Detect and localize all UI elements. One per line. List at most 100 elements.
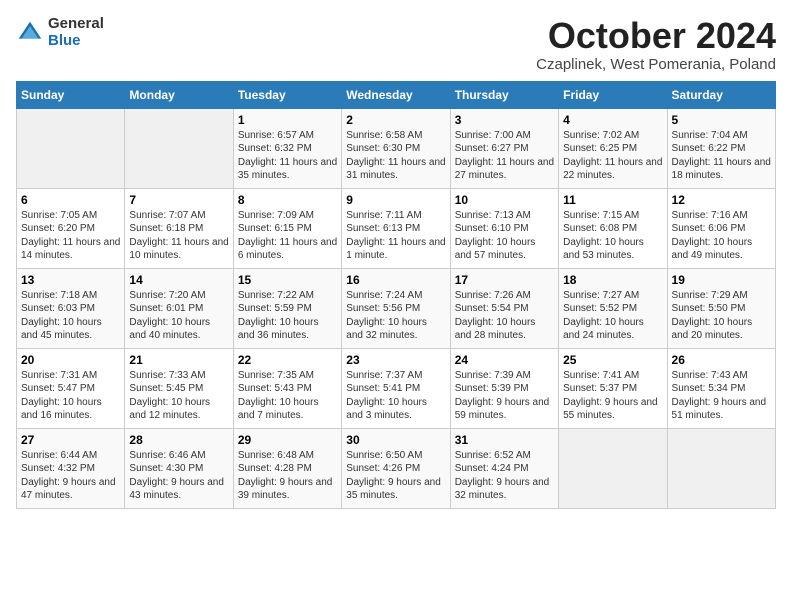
header-day-tuesday: Tuesday: [233, 81, 341, 108]
calendar-cell: 27Sunrise: 6:44 AM Sunset: 4:32 PM Dayli…: [17, 428, 125, 508]
day-number: 22: [238, 353, 337, 367]
day-info: Sunrise: 7:27 AM Sunset: 5:52 PM Dayligh…: [563, 289, 662, 343]
calendar-cell: 3 Sunrise: 7:00 AM Sunset: 6:27 PM Daylig…: [450, 108, 558, 188]
day-number: 5: [672, 113, 771, 127]
header-day-monday: Monday: [125, 81, 233, 108]
day-number: 12: [672, 193, 771, 207]
day-number: 18: [563, 273, 662, 287]
logo: General Blue: [16, 16, 104, 49]
calendar-cell: 7Sunrise: 7:07 AM Sunset: 6:18 PM Daylig…: [125, 188, 233, 268]
day-number: 16: [346, 273, 445, 287]
calendar-cell: 26Sunrise: 7:43 AM Sunset: 5:34 PM Dayli…: [667, 348, 775, 428]
day-info: Sunrise: 6:46 AM Sunset: 4:30 PM Dayligh…: [129, 449, 228, 503]
day-info: Sunrise: 7:24 AM Sunset: 5:56 PM Dayligh…: [346, 289, 445, 343]
day-number: 1: [238, 113, 337, 127]
title-section: October 2024 Czaplinek, West Pomerania, …: [536, 16, 776, 73]
day-number: 6: [21, 193, 120, 207]
calendar-cell: 18 Sunrise: 7:27 AM Sunset: 5:52 PM Dayli…: [559, 268, 667, 348]
header-day-sunday: Sunday: [17, 81, 125, 108]
calendar-cell: 24Sunrise: 7:39 AM Sunset: 5:39 PM Dayli…: [450, 348, 558, 428]
calendar-cell: 13Sunrise: 7:18 AM Sunset: 6:03 PM Dayli…: [17, 268, 125, 348]
day-number: 8: [238, 193, 337, 207]
day-number: 13: [21, 273, 120, 287]
day-info: Sunrise: 7:13 AM Sunset: 6:10 PM Dayligh…: [455, 209, 554, 263]
week-row-2: 6 Sunrise: 7:05 AM Sunset: 6:20 PM Daylig…: [17, 188, 776, 268]
day-info: Sunrise: 7:07 AM Sunset: 6:18 PM Dayligh…: [129, 209, 228, 263]
calendar-cell: 23 Sunrise: 7:37 AM Sunset: 5:41 PM Dayli…: [342, 348, 450, 428]
week-row-3: 13Sunrise: 7:18 AM Sunset: 6:03 PM Dayli…: [17, 268, 776, 348]
day-number: 25: [563, 353, 662, 367]
day-info: Sunrise: 6:57 AM Sunset: 6:32 PM Dayligh…: [238, 129, 337, 183]
day-info: Sunrise: 7:26 AM Sunset: 5:54 PM Dayligh…: [455, 289, 554, 343]
day-info: Sunrise: 7:05 AM Sunset: 6:20 PM Dayligh…: [21, 209, 120, 263]
calendar-cell: 15 Sunrise: 7:22 AM Sunset: 5:59 PM Dayli…: [233, 268, 341, 348]
calendar-cell: 28 Sunrise: 6:46 AM Sunset: 4:30 PM Dayli…: [125, 428, 233, 508]
logo-blue-text: Blue: [48, 33, 104, 50]
day-number: 29: [238, 433, 337, 447]
day-number: 26: [672, 353, 771, 367]
month-title: October 2024: [536, 16, 776, 56]
day-number: 4: [563, 113, 662, 127]
calendar-body: 1 Sunrise: 6:57 AM Sunset: 6:32 PM Daylig…: [17, 108, 776, 508]
calendar-cell: 12 Sunrise: 7:16 AM Sunset: 6:06 PM Dayli…: [667, 188, 775, 268]
day-number: 28: [129, 433, 228, 447]
day-info: Sunrise: 6:50 AM Sunset: 4:26 PM Dayligh…: [346, 449, 445, 503]
day-number: 9: [346, 193, 445, 207]
day-info: Sunrise: 7:04 AM Sunset: 6:22 PM Dayligh…: [672, 129, 771, 183]
week-row-1: 1 Sunrise: 6:57 AM Sunset: 6:32 PM Daylig…: [17, 108, 776, 188]
day-info: Sunrise: 7:31 AM Sunset: 5:47 PM Dayligh…: [21, 369, 120, 423]
calendar-cell: 14 Sunrise: 7:20 AM Sunset: 6:01 PM Dayli…: [125, 268, 233, 348]
day-info: Sunrise: 7:09 AM Sunset: 6:15 PM Dayligh…: [238, 209, 337, 263]
day-number: 27: [21, 433, 120, 447]
calendar-cell: 5 Sunrise: 7:04 AM Sunset: 6:22 PM Daylig…: [667, 108, 775, 188]
calendar-cell: 11 Sunrise: 7:15 AM Sunset: 6:08 PM Dayli…: [559, 188, 667, 268]
calendar-cell: 29Sunrise: 6:48 AM Sunset: 4:28 PM Dayli…: [233, 428, 341, 508]
week-row-4: 20 Sunrise: 7:31 AM Sunset: 5:47 PM Dayli…: [17, 348, 776, 428]
header: General Blue October 2024 Czaplinek, Wes…: [16, 16, 776, 73]
calendar-cell: [17, 108, 125, 188]
logo-icon: [16, 19, 44, 47]
calendar-cell: 16 Sunrise: 7:24 AM Sunset: 5:56 PM Dayli…: [342, 268, 450, 348]
day-info: Sunrise: 7:33 AM Sunset: 5:45 PM Dayligh…: [129, 369, 228, 423]
day-number: 19: [672, 273, 771, 287]
calendar-cell: 17 Sunrise: 7:26 AM Sunset: 5:54 PM Dayli…: [450, 268, 558, 348]
calendar-table: SundayMondayTuesdayWednesdayThursdayFrid…: [16, 81, 776, 509]
location-title: Czaplinek, West Pomerania, Poland: [536, 56, 776, 73]
calendar-cell: 8 Sunrise: 7:09 AM Sunset: 6:15 PM Daylig…: [233, 188, 341, 268]
week-row-5: 27Sunrise: 6:44 AM Sunset: 4:32 PM Dayli…: [17, 428, 776, 508]
day-info: Sunrise: 7:15 AM Sunset: 6:08 PM Dayligh…: [563, 209, 662, 263]
day-info: Sunrise: 7:37 AM Sunset: 5:41 PM Dayligh…: [346, 369, 445, 423]
day-info: Sunrise: 7:00 AM Sunset: 6:27 PM Dayligh…: [455, 129, 554, 183]
day-info: Sunrise: 7:35 AM Sunset: 5:43 PM Dayligh…: [238, 369, 337, 423]
day-number: 20: [21, 353, 120, 367]
day-number: 17: [455, 273, 554, 287]
day-number: 2: [346, 113, 445, 127]
day-number: 21: [129, 353, 228, 367]
day-info: Sunrise: 7:16 AM Sunset: 6:06 PM Dayligh…: [672, 209, 771, 263]
header-day-friday: Friday: [559, 81, 667, 108]
calendar-cell: 22 Sunrise: 7:35 AM Sunset: 5:43 PM Dayli…: [233, 348, 341, 428]
day-info: Sunrise: 7:22 AM Sunset: 5:59 PM Dayligh…: [238, 289, 337, 343]
calendar-cell: 30 Sunrise: 6:50 AM Sunset: 4:26 PM Dayli…: [342, 428, 450, 508]
day-number: 3: [455, 113, 554, 127]
day-info: Sunrise: 7:20 AM Sunset: 6:01 PM Dayligh…: [129, 289, 228, 343]
calendar-cell: 31Sunrise: 6:52 AM Sunset: 4:24 PM Dayli…: [450, 428, 558, 508]
day-number: 14: [129, 273, 228, 287]
calendar-cell: 10Sunrise: 7:13 AM Sunset: 6:10 PM Dayli…: [450, 188, 558, 268]
logo-text: General Blue: [48, 16, 104, 49]
day-info: Sunrise: 7:41 AM Sunset: 5:37 PM Dayligh…: [563, 369, 662, 423]
day-number: 24: [455, 353, 554, 367]
day-number: 30: [346, 433, 445, 447]
calendar-cell: 20 Sunrise: 7:31 AM Sunset: 5:47 PM Dayli…: [17, 348, 125, 428]
calendar-cell: 4Sunrise: 7:02 AM Sunset: 6:25 PM Daylig…: [559, 108, 667, 188]
calendar-cell: 25 Sunrise: 7:41 AM Sunset: 5:37 PM Dayli…: [559, 348, 667, 428]
calendar-cell: 21 Sunrise: 7:33 AM Sunset: 5:45 PM Dayli…: [125, 348, 233, 428]
header-day-saturday: Saturday: [667, 81, 775, 108]
calendar-cell: 2Sunrise: 6:58 AM Sunset: 6:30 PM Daylig…: [342, 108, 450, 188]
logo-general-text: General: [48, 16, 104, 33]
day-number: 23: [346, 353, 445, 367]
calendar-cell: [125, 108, 233, 188]
day-number: 11: [563, 193, 662, 207]
calendar-header: SundayMondayTuesdayWednesdayThursdayFrid…: [17, 81, 776, 108]
day-number: 15: [238, 273, 337, 287]
